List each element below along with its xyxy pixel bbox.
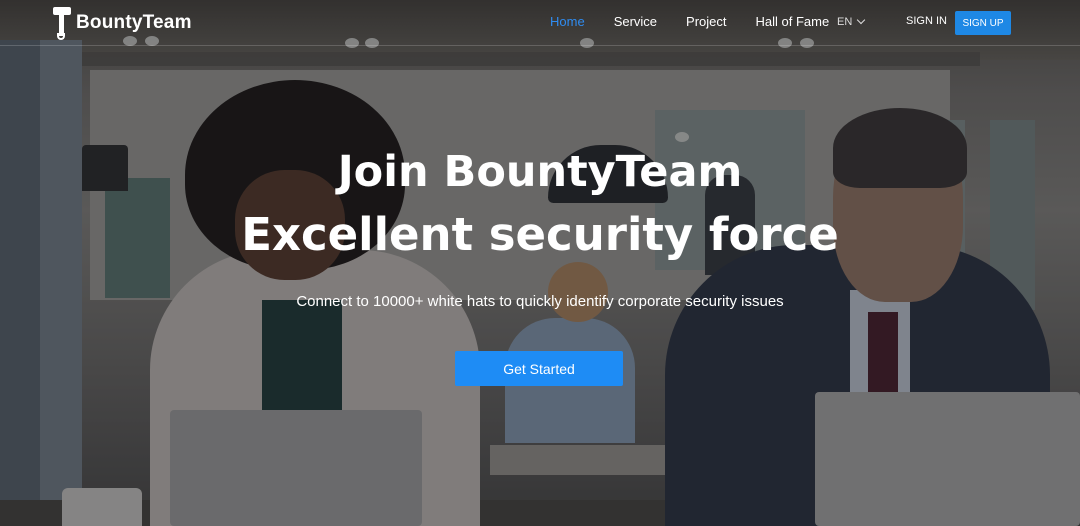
hero-dark-overlay <box>0 0 1080 526</box>
brand-logo[interactable]: BountyTeam <box>52 6 192 40</box>
nav-item-home[interactable]: Home <box>550 14 585 29</box>
main-menu: Home Service Project Hall of Fame <box>550 14 858 29</box>
hero-title-line-1: Join BountyTeam <box>337 147 743 197</box>
nav-item-service[interactable]: Service <box>614 14 657 29</box>
chevron-down-icon <box>857 15 866 25</box>
sign-up-button[interactable]: SIGN UP <box>955 11 1011 35</box>
get-started-button[interactable]: Get Started <box>455 351 623 386</box>
brand-name: BountyTeam <box>76 12 192 33</box>
nav-item-project[interactable]: Project <box>686 14 726 29</box>
language-label: EN <box>837 16 853 28</box>
hero-title-line-2: Excellent security force <box>241 208 839 261</box>
top-navbar: BountyTeam Home Service Project Hall of … <box>0 0 1080 46</box>
language-selector[interactable]: EN <box>837 15 866 28</box>
hammer-logo-icon <box>52 5 72 41</box>
nav-item-hall-of-fame[interactable]: Hall of Fame <box>756 14 830 29</box>
sign-in-link[interactable]: SIGN IN <box>906 15 947 27</box>
hero-subtitle: Connect to 10000+ white hats to quickly … <box>296 293 784 310</box>
